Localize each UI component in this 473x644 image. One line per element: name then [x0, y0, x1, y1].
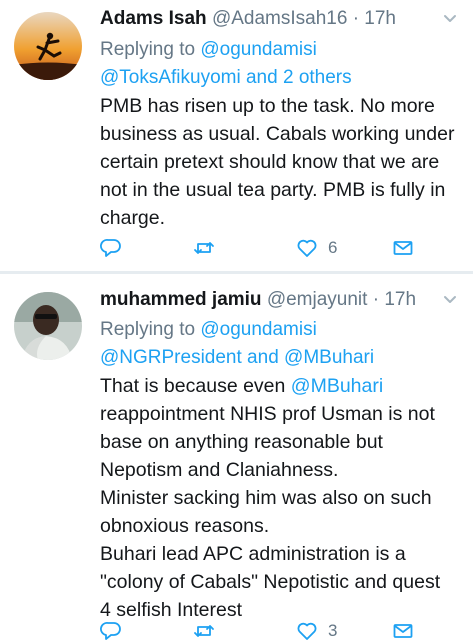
- tweet-actions: 3: [100, 618, 430, 644]
- avatar-sunset-image: [14, 12, 82, 80]
- separator-dot: ·: [352, 8, 360, 29]
- chevron-down-icon[interactable]: [441, 290, 459, 308]
- replying-label: Replying to: [100, 39, 196, 60]
- separator-dot: ·: [372, 289, 380, 310]
- reply-icon: [100, 239, 121, 257]
- like-button[interactable]: 6: [296, 235, 337, 261]
- tweet-text-line: Minister sacking him was also on such: [100, 487, 432, 509]
- tweet-adams-isah[interactable]: Adams Isah @AdamsIsah16 · 17h Replying t…: [0, 0, 473, 272]
- author-handle[interactable]: @emjayunit: [267, 289, 368, 310]
- tweet-header: Adams Isah @AdamsIsah16 · 17h: [100, 7, 459, 31]
- tweet-text: PMB has risen up to the task. No more bu…: [100, 92, 461, 232]
- avatar-photo: [14, 292, 82, 360]
- mention-link[interactable]: @NGRPresident and @MBuhari: [100, 347, 374, 368]
- tweet-header: muhammed jamiu @emjayunit · 17h: [100, 288, 459, 312]
- tweet-text-line: not in the usual tea party. PMB is fully…: [100, 179, 446, 201]
- retweet-icon: [194, 242, 214, 254]
- tweet-text-line: PMB has risen up to the task. No more: [100, 95, 435, 117]
- timestamp[interactable]: 17h: [384, 289, 416, 310]
- tweet-text-line: "colony of Cabals" Nepotistic and quest: [100, 571, 441, 593]
- tweet-text-line: Nepotism and Claniahness.: [100, 459, 339, 481]
- tweet-text-line: base on anything reasonable but: [100, 431, 383, 453]
- tweet-text-line: That is because even @MBuhari: [100, 372, 461, 400]
- replying-to: Replying to @ogundamisi @ToksAfikuyomi a…: [100, 36, 459, 92]
- author-name[interactable]: muhammed jamiu: [100, 289, 262, 310]
- author-name[interactable]: Adams Isah: [100, 8, 207, 29]
- tweet-muhammed-jamiu[interactable]: muhammed jamiu @emjayunit · 17h Replying…: [0, 275, 473, 640]
- retweet-button[interactable]: [193, 235, 215, 261]
- reply-button[interactable]: [100, 235, 122, 261]
- tweet-text-line: certain pretext should know that we are: [100, 151, 440, 173]
- like-count: 3: [328, 621, 338, 640]
- avatar[interactable]: [14, 12, 82, 80]
- direct-message-button[interactable]: [392, 235, 414, 261]
- tweet-text-line: reappointment NHIS prof Usman is not: [100, 403, 435, 425]
- like-button[interactable]: 3: [296, 618, 337, 644]
- envelope-icon: [393, 624, 413, 638]
- tweet-text-line: obnoxious reasons.: [100, 515, 270, 537]
- tweet-divider: [0, 271, 473, 274]
- mention-link[interactable]: @ogundamisi: [200, 39, 316, 60]
- replying-label: Replying to: [100, 319, 196, 340]
- like-count: 6: [328, 238, 338, 257]
- heart-icon: [297, 239, 317, 257]
- mention-link[interactable]: @ogundamisi: [200, 319, 316, 340]
- tweet-text: That is because even @MBuhari reappointm…: [100, 372, 461, 624]
- chevron-down-icon[interactable]: [441, 9, 459, 27]
- avatar[interactable]: [14, 292, 82, 360]
- author-handle[interactable]: @AdamsIsah16: [212, 8, 347, 29]
- tweet-text-line: Buhari lead APC administration is a: [100, 543, 406, 565]
- retweet-icon: [194, 625, 214, 637]
- reply-button[interactable]: [100, 618, 122, 644]
- mention-link[interactable]: @ToksAfikuyomi and 2 others: [100, 67, 352, 88]
- envelope-icon: [393, 241, 413, 255]
- tweet-text-line: business as usual. Cabals working under: [100, 123, 455, 145]
- tweet-text-fragment: That is because even: [100, 375, 291, 397]
- tweet-text-line: charge.: [100, 207, 166, 229]
- tweet-actions: 6: [100, 235, 430, 261]
- reply-icon: [100, 622, 121, 640]
- mention-link[interactable]: @MBuhari: [291, 375, 383, 397]
- retweet-button[interactable]: [193, 618, 215, 644]
- heart-icon: [297, 622, 317, 640]
- timestamp[interactable]: 17h: [364, 8, 396, 29]
- replying-to: Replying to @ogundamisi @NGRPresident an…: [100, 316, 459, 372]
- direct-message-button[interactable]: [392, 618, 414, 644]
